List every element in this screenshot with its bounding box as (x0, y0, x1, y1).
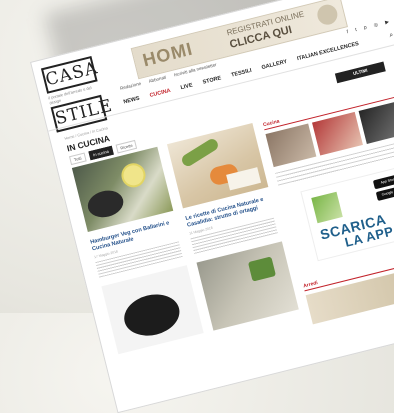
instagram-icon[interactable]: ◎ (373, 21, 382, 29)
article-image-pan[interactable] (101, 265, 204, 355)
nav-item-live[interactable]: LIVE (180, 82, 193, 91)
site-logo[interactable]: CASA il portale dell'arredo e del design… (40, 55, 115, 133)
web-page: CASA il portale dell'arredo e del design… (30, 0, 394, 413)
tab-all[interactable]: Tutti (68, 152, 87, 166)
nav-item-gallery[interactable]: GALLERY (261, 59, 288, 71)
vegetable-shape (179, 136, 221, 169)
nav-item-news[interactable]: NEWS (123, 96, 140, 106)
sort-button[interactable]: ULTIMI (334, 61, 386, 84)
youtube-icon[interactable]: ▶ (385, 18, 393, 25)
twitter-icon[interactable]: t (355, 26, 361, 33)
sidebar-thumbnail[interactable] (312, 111, 363, 156)
appstore-badge[interactable]: App Store (372, 173, 394, 190)
sidebar-thumbnail[interactable] (358, 100, 394, 144)
app-download-ad[interactable]: App Store Google Play SCARICA LA APP (300, 164, 394, 262)
article-image-vegetables[interactable] (166, 123, 269, 209)
toplink-redazione[interactable]: Redazione (119, 81, 141, 91)
nav-item-store[interactable]: STORE (202, 75, 222, 85)
sidebar-thumbnail[interactable] (265, 123, 317, 168)
pan-shape (119, 288, 184, 342)
facebook-icon[interactable]: f (346, 28, 352, 35)
herb-shape (247, 256, 277, 282)
nav-item-tessili[interactable]: TESSILI (231, 68, 253, 79)
pan-shape (84, 186, 127, 221)
banner-brand: HOMI (140, 38, 195, 71)
app-cube-icon (311, 191, 343, 224)
lemon-shape (118, 160, 149, 190)
social-icons: f t p ◎ ▶ (346, 18, 392, 35)
scene: CASA il portale dell'arredo e del design… (0, 0, 394, 413)
nav-item-excellences[interactable]: ITALIAN EXCELLENCES (297, 41, 360, 62)
pinterest-icon[interactable]: p (363, 24, 370, 31)
banner-seal-icon (315, 2, 340, 27)
search-icon[interactable]: ⌕ (389, 31, 394, 40)
nav-item-cucina[interactable]: CUCINA (149, 88, 171, 99)
article-image-herbs[interactable] (196, 241, 299, 331)
